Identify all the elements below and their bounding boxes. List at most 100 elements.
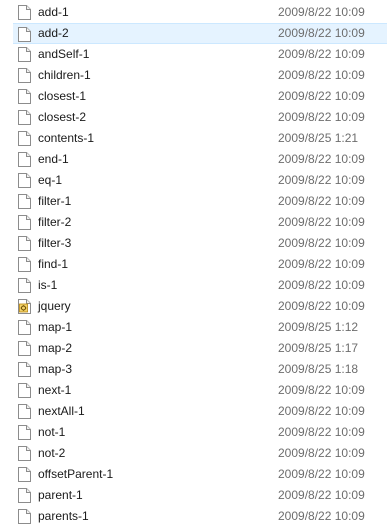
file-name: contents-1 bbox=[38, 131, 95, 145]
blank-file-icon bbox=[18, 509, 31, 524]
file-row[interactable]: contents-1 2009/8/25 1:21 bbox=[13, 128, 387, 149]
script-file-icon bbox=[18, 299, 31, 314]
file-row[interactable]: not-2 2009/8/22 10:09 bbox=[13, 443, 387, 464]
file-name: map-1 bbox=[38, 320, 73, 334]
file-row[interactable]: offsetParent-1 2009/8/22 10:09 bbox=[13, 464, 387, 485]
file-name: filter-2 bbox=[38, 215, 72, 229]
blank-file-icon bbox=[18, 27, 31, 42]
blank-file-icon bbox=[18, 257, 31, 272]
file-row[interactable]: map-1 2009/8/25 1:12 bbox=[13, 317, 387, 338]
file-name: filter-3 bbox=[38, 236, 72, 250]
file-modified-date: 2009/8/22 10:09 bbox=[278, 47, 365, 61]
blank-file-icon bbox=[18, 320, 31, 335]
file-modified-date: 2009/8/22 10:09 bbox=[278, 467, 365, 481]
file-row[interactable]: parents-1 2009/8/22 10:09 bbox=[13, 506, 387, 527]
file-row[interactable]: children-1 2009/8/22 10:09 bbox=[13, 65, 387, 86]
blank-file-icon bbox=[18, 5, 31, 20]
file-row[interactable]: map-2 2009/8/25 1:17 bbox=[13, 338, 387, 359]
file-name: jquery bbox=[38, 299, 71, 313]
file-row[interactable]: filter-3 2009/8/22 10:09 bbox=[13, 233, 387, 254]
blank-file-icon bbox=[18, 131, 31, 146]
file-modified-date: 2009/8/25 1:21 bbox=[278, 131, 359, 145]
file-row[interactable]: andSelf-1 2009/8/22 10:09 bbox=[13, 44, 387, 65]
file-modified-date: 2009/8/25 1:17 bbox=[278, 341, 359, 355]
file-modified-date: 2009/8/25 1:18 bbox=[278, 362, 359, 376]
file-row[interactable]: closest-2 2009/8/22 10:09 bbox=[13, 107, 387, 128]
blank-file-icon bbox=[18, 173, 31, 188]
file-modified-date: 2009/8/22 10:09 bbox=[278, 110, 365, 124]
file-modified-date: 2009/8/22 10:09 bbox=[278, 404, 365, 418]
blank-file-icon bbox=[18, 404, 31, 419]
file-name: nextAll-1 bbox=[38, 404, 85, 418]
file-row[interactable]: eq-1 2009/8/22 10:09 bbox=[13, 170, 387, 191]
blank-file-icon bbox=[18, 467, 31, 482]
blank-file-icon bbox=[18, 278, 31, 293]
file-row[interactable]: map-3 2009/8/25 1:18 bbox=[13, 359, 387, 380]
file-list: add-1 2009/8/22 10:09 add-2 2009/8/22 10:09… bbox=[0, 0, 387, 531]
file-name: not-2 bbox=[38, 446, 66, 460]
file-modified-date: 2009/8/22 10:09 bbox=[278, 383, 365, 397]
file-name: next-1 bbox=[38, 383, 72, 397]
file-name: parents-1 bbox=[38, 509, 89, 523]
blank-file-icon bbox=[18, 362, 31, 377]
file-name: find-1 bbox=[38, 257, 69, 271]
file-name: filter-1 bbox=[38, 194, 72, 208]
file-modified-date: 2009/8/25 1:12 bbox=[278, 320, 359, 334]
file-row[interactable]: next-1 2009/8/22 10:09 bbox=[13, 380, 387, 401]
blank-file-icon bbox=[18, 110, 31, 125]
file-row[interactable]: nextAll-1 2009/8/22 10:09 bbox=[13, 401, 387, 422]
file-name: offsetParent-1 bbox=[38, 467, 114, 481]
file-row[interactable]: not-1 2009/8/22 10:09 bbox=[13, 422, 387, 443]
file-name: map-3 bbox=[38, 362, 73, 376]
blank-file-icon bbox=[18, 89, 31, 104]
file-modified-date: 2009/8/22 10:09 bbox=[278, 215, 365, 229]
blank-file-icon bbox=[18, 236, 31, 251]
file-modified-date: 2009/8/22 10:09 bbox=[278, 278, 365, 292]
blank-file-icon bbox=[18, 341, 31, 356]
file-row[interactable]: add-1 2009/8/22 10:09 bbox=[13, 2, 387, 23]
file-modified-date: 2009/8/22 10:09 bbox=[278, 488, 365, 502]
file-modified-date: 2009/8/22 10:09 bbox=[278, 173, 365, 187]
blank-file-icon bbox=[18, 152, 31, 167]
blank-file-icon bbox=[18, 194, 31, 209]
file-name: parent-1 bbox=[38, 488, 83, 502]
file-modified-date: 2009/8/22 10:09 bbox=[278, 509, 365, 523]
file-row[interactable]: end-1 2009/8/22 10:09 bbox=[13, 149, 387, 170]
file-name: add-2 bbox=[38, 26, 69, 40]
file-modified-date: 2009/8/22 10:09 bbox=[278, 446, 365, 460]
blank-file-icon bbox=[18, 383, 31, 398]
file-row[interactable]: closest-1 2009/8/22 10:09 bbox=[13, 86, 387, 107]
file-name: end-1 bbox=[38, 152, 69, 166]
file-row[interactable]: find-1 2009/8/22 10:09 bbox=[13, 254, 387, 275]
file-row[interactable]: filter-2 2009/8/22 10:09 bbox=[13, 212, 387, 233]
file-modified-date: 2009/8/22 10:09 bbox=[278, 152, 365, 166]
file-name: add-1 bbox=[38, 5, 69, 19]
file-modified-date: 2009/8/22 10:09 bbox=[278, 68, 365, 82]
blank-file-icon bbox=[18, 215, 31, 230]
file-modified-date: 2009/8/22 10:09 bbox=[278, 194, 365, 208]
file-modified-date: 2009/8/22 10:09 bbox=[278, 257, 365, 271]
blank-file-icon bbox=[18, 488, 31, 503]
file-row[interactable]: filter-1 2009/8/22 10:09 bbox=[13, 191, 387, 212]
file-modified-date: 2009/8/22 10:09 bbox=[278, 5, 365, 19]
file-name: closest-1 bbox=[38, 89, 87, 103]
file-row[interactable]: is-1 2009/8/22 10:09 bbox=[13, 275, 387, 296]
file-row[interactable]: add-2 2009/8/22 10:09 bbox=[13, 23, 387, 44]
blank-file-icon bbox=[18, 47, 31, 62]
file-name: eq-1 bbox=[38, 173, 63, 187]
file-modified-date: 2009/8/22 10:09 bbox=[278, 425, 365, 439]
file-name: not-1 bbox=[38, 425, 66, 439]
blank-file-icon bbox=[18, 446, 31, 461]
file-name: andSelf-1 bbox=[38, 47, 90, 61]
blank-file-icon bbox=[18, 68, 31, 83]
file-row[interactable]: parent-1 2009/8/22 10:09 bbox=[13, 485, 387, 506]
blank-file-icon bbox=[18, 425, 31, 440]
file-name: map-2 bbox=[38, 341, 73, 355]
file-row[interactable]: jquery 2009/8/22 10:09 bbox=[13, 296, 387, 317]
file-modified-date: 2009/8/22 10:09 bbox=[278, 236, 365, 250]
file-name: children-1 bbox=[38, 68, 91, 82]
file-modified-date: 2009/8/22 10:09 bbox=[278, 26, 365, 40]
file-name: is-1 bbox=[38, 278, 58, 292]
file-modified-date: 2009/8/22 10:09 bbox=[278, 299, 365, 313]
file-modified-date: 2009/8/22 10:09 bbox=[278, 89, 365, 103]
